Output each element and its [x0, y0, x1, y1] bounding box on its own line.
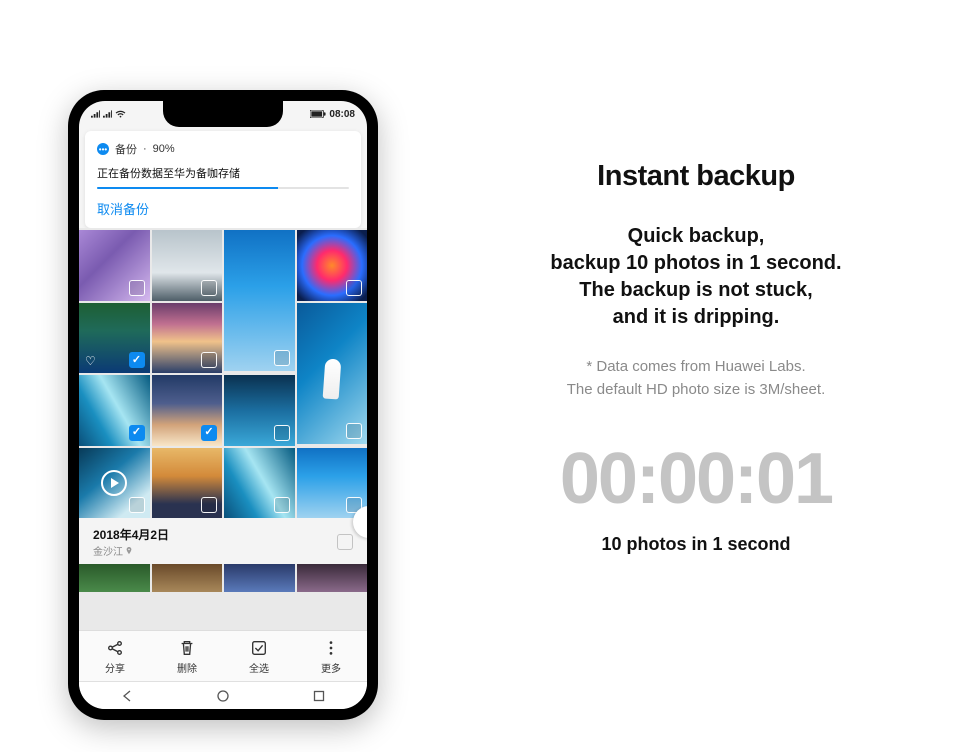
heart-icon: ♡: [85, 354, 96, 368]
checkbox[interactable]: [201, 425, 217, 441]
location-text: 金沙江: [93, 543, 123, 558]
photo-thumb[interactable]: [297, 230, 368, 301]
notch: [163, 101, 283, 127]
cancel-backup-button[interactable]: 取消备份: [97, 199, 349, 218]
delete-label: 删除: [177, 660, 197, 675]
disclaimer-line: The default HD photo size is 3M/sheet.: [486, 378, 906, 401]
nav-recent-button[interactable]: [312, 689, 326, 703]
trash-icon: [178, 639, 196, 657]
checkbox[interactable]: [346, 423, 362, 439]
caption-text: 10 photos in 1 second: [486, 534, 906, 555]
notif-message: 正在备份数据至华为备咖存储: [97, 165, 349, 181]
bottom-toolbar: 分享 删除 全选 更多: [79, 630, 367, 681]
checkbox[interactable]: [274, 497, 290, 513]
photo-thumb[interactable]: [297, 448, 368, 519]
signal-icon: [103, 110, 112, 118]
photo-thumb[interactable]: [79, 375, 150, 446]
body-line: The backup is not stuck,: [486, 277, 906, 304]
notif-pct: 90%: [153, 143, 175, 155]
select-all-label: 全选: [249, 660, 269, 675]
checkbox[interactable]: [274, 425, 290, 441]
photo-thumb[interactable]: [79, 448, 150, 519]
signal-icon: [91, 110, 100, 118]
photo-thumb[interactable]: [152, 448, 223, 519]
notif-title: 备份: [115, 141, 137, 157]
photo-thumb[interactable]: [224, 375, 295, 446]
battery-icon: [310, 110, 326, 118]
checkbox[interactable]: [346, 280, 362, 296]
photo-thumb[interactable]: [79, 230, 150, 301]
photo-thumb[interactable]: [152, 303, 223, 374]
photo-thumb[interactable]: [152, 375, 223, 446]
checkbox[interactable]: [274, 350, 290, 366]
share-button[interactable]: 分享: [79, 631, 151, 681]
nav-bar: [79, 681, 367, 709]
more-icon: [322, 639, 340, 657]
notif-sep: ·: [143, 143, 147, 155]
body-line: backup 10 photos in 1 second.: [486, 250, 906, 277]
more-button[interactable]: 更多: [295, 631, 367, 681]
phone-screen: 08:08 ••• 备份 · 90% 正在备份数据至华为备咖存储 取消备份: [79, 101, 367, 709]
checkbox[interactable]: [129, 425, 145, 441]
chat-icon: •••: [97, 143, 109, 155]
thumb-row: [79, 564, 367, 594]
play-icon: [101, 470, 127, 496]
photo-thumb[interactable]: [297, 303, 368, 444]
share-label: 分享: [105, 660, 125, 675]
nav-home-button[interactable]: [216, 689, 230, 703]
body-line: Quick backup,: [486, 223, 906, 250]
headline: Instant backup: [486, 160, 906, 193]
select-all-day-checkbox[interactable]: [337, 534, 353, 550]
body-line: and it is dripping.: [486, 304, 906, 331]
phone-frame: 08:08 ••• 备份 · 90% 正在备份数据至华为备咖存储 取消备份: [68, 90, 378, 720]
more-label: 更多: [321, 660, 341, 675]
status-time: 08:08: [329, 109, 355, 120]
photo-thumb[interactable]: [224, 448, 295, 519]
checkbox[interactable]: [129, 497, 145, 513]
marketing-copy: Instant backup Quick backup, backup 10 p…: [486, 160, 906, 555]
checkbox[interactable]: [201, 352, 217, 368]
disclaimer-line: * Data comes from Huawei Labs.: [486, 355, 906, 378]
progress-bar: [97, 187, 349, 189]
location-icon: [125, 547, 133, 555]
checkbox[interactable]: [201, 280, 217, 296]
photo-thumb[interactable]: [224, 230, 295, 371]
nav-back-button[interactable]: [120, 689, 134, 703]
checkbox[interactable]: [129, 352, 145, 368]
select-all-icon: [250, 639, 268, 657]
photo-thumb[interactable]: [152, 230, 223, 301]
date-header[interactable]: 2018年4月2日 金沙江: [79, 518, 367, 564]
photo-gallery[interactable]: ♡ 2018年4月2日 金沙江: [79, 228, 367, 630]
date-text: 2018年4月2日: [93, 526, 169, 543]
backup-notification[interactable]: ••• 备份 · 90% 正在备份数据至华为备咖存储 取消备份: [85, 131, 361, 228]
checkbox[interactable]: [201, 497, 217, 513]
select-all-button[interactable]: 全选: [223, 631, 295, 681]
share-icon: [106, 639, 124, 657]
photo-thumb[interactable]: ♡: [79, 303, 150, 374]
checkbox[interactable]: [129, 280, 145, 296]
timer-text: 00:00:01: [486, 438, 906, 520]
delete-button[interactable]: 删除: [151, 631, 223, 681]
wifi-icon: [115, 110, 126, 118]
